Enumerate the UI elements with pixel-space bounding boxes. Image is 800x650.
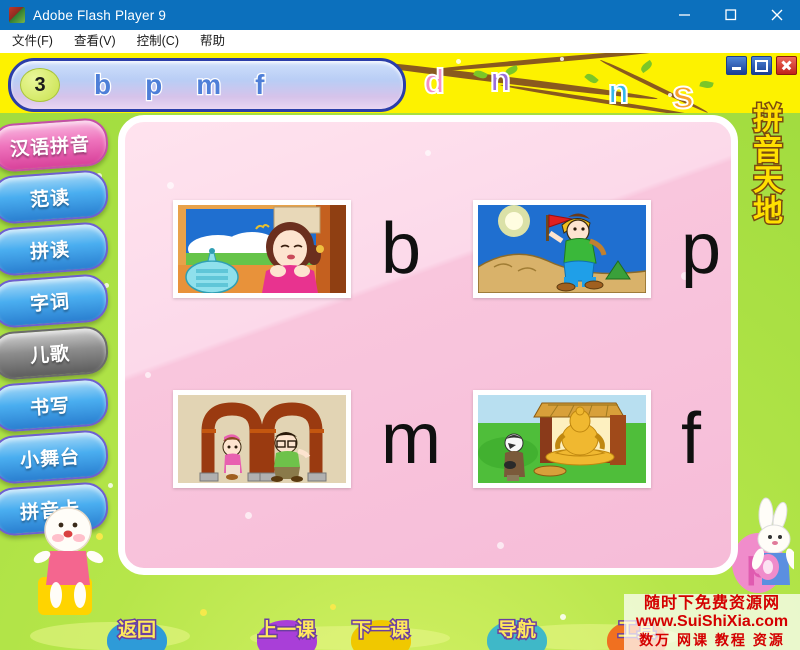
watermark-line-2: www.SuiShiXia.com	[635, 613, 789, 630]
window-title: Adobe Flash Player 9	[33, 7, 167, 23]
sparkle-decoration	[330, 604, 336, 610]
mascot-rabbit: p	[732, 493, 799, 603]
sidebar-item-label: 汉语拼音	[9, 133, 91, 161]
minimize-icon	[679, 14, 690, 16]
flash-window-controls	[726, 56, 797, 75]
flash-player-icon	[9, 7, 25, 23]
menu-file[interactable]: 文件(F)	[3, 30, 62, 53]
minimize-icon	[732, 67, 741, 70]
decor-letter-n2: n	[607, 73, 630, 111]
decor-letter-s: s	[671, 73, 695, 113]
letter-m: m	[381, 399, 441, 479]
lesson-letter-p[interactable]: p	[144, 69, 164, 100]
menu-view[interactable]: 查看(V)	[65, 30, 125, 53]
menu-help[interactable]: 帮助	[191, 30, 234, 53]
window-titlebar: Adobe Flash Player 9	[0, 0, 800, 30]
picture-p[interactable]	[473, 200, 651, 298]
panel-dot	[145, 372, 151, 378]
flash-minimize-button[interactable]	[726, 56, 747, 75]
menu-control[interactable]: 控制(C)	[128, 30, 188, 53]
sparkle-decoration	[560, 57, 564, 61]
decor-letter-n1: n	[489, 61, 512, 99]
nav-navigation-button[interactable]: 导航	[487, 615, 547, 650]
flash-stage: d n n s 3 b p m f 汉语拼音 范读 拼读 字词 儿歌 书写 小舞…	[0, 53, 800, 650]
nav-label: 下一课	[350, 619, 410, 643]
sidebar-item-label: 小舞台	[19, 446, 81, 472]
vertical-title-char-2: 音	[752, 133, 785, 167]
close-icon	[771, 9, 783, 21]
picture-b[interactable]	[173, 200, 351, 298]
vertical-title-char-3: 天	[752, 164, 785, 198]
nav-next-lesson-button[interactable]: 下一课	[350, 615, 411, 650]
lesson-number-badge: 3	[20, 68, 60, 102]
sidebar: 汉语拼音 范读 拼读 字词 儿歌 书写 小舞台 拼音卡	[0, 113, 115, 573]
nav-back-button[interactable]: 返回	[107, 615, 167, 650]
nav-previous-lesson-button[interactable]: 上一课	[256, 615, 317, 650]
sidebar-item-shuxie[interactable]: 书写	[0, 377, 110, 433]
boy-climbing-with-flag-picture	[478, 205, 646, 293]
lesson-letter-m[interactable]: m	[195, 69, 222, 100]
panel-dot	[167, 182, 174, 189]
leaf-decoration	[639, 59, 654, 74]
maximize-icon	[755, 59, 768, 72]
sparkle-decoration	[456, 59, 461, 64]
lesson-cell-m[interactable]: m	[173, 390, 441, 488]
sidebar-item-pindu[interactable]: 拼读	[0, 221, 110, 277]
maximize-button[interactable]	[708, 0, 754, 30]
flash-player-window: Adobe Flash Player 9 文件(F) 查看(V) 控制(C) 帮…	[0, 0, 800, 650]
sidebar-item-label: 范读	[29, 187, 71, 211]
leaf-decoration	[584, 71, 599, 86]
leaf-decoration	[699, 79, 714, 90]
watermark-line-3: 数万 网课 教程 资源	[639, 632, 785, 648]
header-band: d n n s 3 b p m f	[0, 53, 800, 113]
sidebar-item-fandu[interactable]: 范读	[0, 169, 110, 225]
watermark-overlay: 随时下免费资源网 www.SuiShiXia.com 数万 网课 教程 资源	[624, 594, 800, 650]
close-button[interactable]	[754, 0, 800, 30]
sidebar-item-hanyu-pinyin[interactable]: 汉语拼音	[0, 117, 110, 173]
vertical-section-title: 拼 音 天 地	[742, 103, 794, 228]
lesson-letter-b[interactable]: b	[93, 69, 113, 100]
minimize-button[interactable]	[662, 0, 708, 30]
flash-maximize-button[interactable]	[751, 56, 772, 75]
lesson-letters: b p m f	[60, 69, 403, 100]
picture-m[interactable]	[173, 390, 351, 488]
lesson-cell-f[interactable]: f	[473, 390, 701, 488]
vertical-title-char-1: 拼	[752, 103, 785, 136]
sparkle-decoration	[560, 614, 566, 620]
sidebar-item-label: 书写	[29, 395, 71, 419]
lesson-letter-f[interactable]: f	[254, 69, 266, 100]
nav-label: 上一课	[256, 619, 316, 643]
close-icon	[781, 60, 792, 71]
maximize-icon	[725, 9, 737, 21]
sparkle-decoration	[200, 609, 207, 616]
sidebar-item-label: 儿歌	[29, 343, 71, 367]
girl-listening-radio-picture	[178, 205, 346, 293]
sidebar-item-zici[interactable]: 字词	[0, 273, 110, 329]
buddha-statue-shrine-picture	[478, 395, 646, 483]
window-controls	[662, 0, 800, 30]
sidebar-item-erge[interactable]: 儿歌	[0, 325, 110, 381]
letter-p: p	[681, 209, 722, 289]
panel-dot	[425, 150, 431, 156]
vertical-title-char-4: 地	[752, 194, 785, 228]
letter-b: b	[381, 209, 422, 289]
sidebar-item-xiaowutai[interactable]: 小舞台	[0, 429, 110, 485]
lesson-cell-p[interactable]: p	[473, 200, 721, 298]
nav-label: 返回	[116, 619, 157, 643]
children-under-arch-picture	[178, 395, 346, 483]
lesson-letter-bar: 3 b p m f	[8, 58, 406, 112]
letter-f: f	[681, 399, 702, 479]
menu-bar: 文件(F) 查看(V) 控制(C) 帮助	[0, 30, 800, 54]
sidebar-item-label: 字词	[29, 291, 71, 315]
picture-f[interactable]	[473, 390, 651, 488]
content-panel: b p m f	[118, 115, 738, 575]
flash-close-button[interactable]	[776, 56, 797, 75]
panel-dot	[245, 512, 252, 519]
decor-letter-d: d	[423, 63, 446, 101]
panel-dot	[497, 542, 504, 549]
nav-label: 导航	[496, 619, 537, 643]
sidebar-item-label: 拼读	[29, 239, 71, 263]
lesson-cell-b[interactable]: b	[173, 200, 421, 298]
watermark-line-1: 随时下免费资源网	[643, 595, 780, 612]
